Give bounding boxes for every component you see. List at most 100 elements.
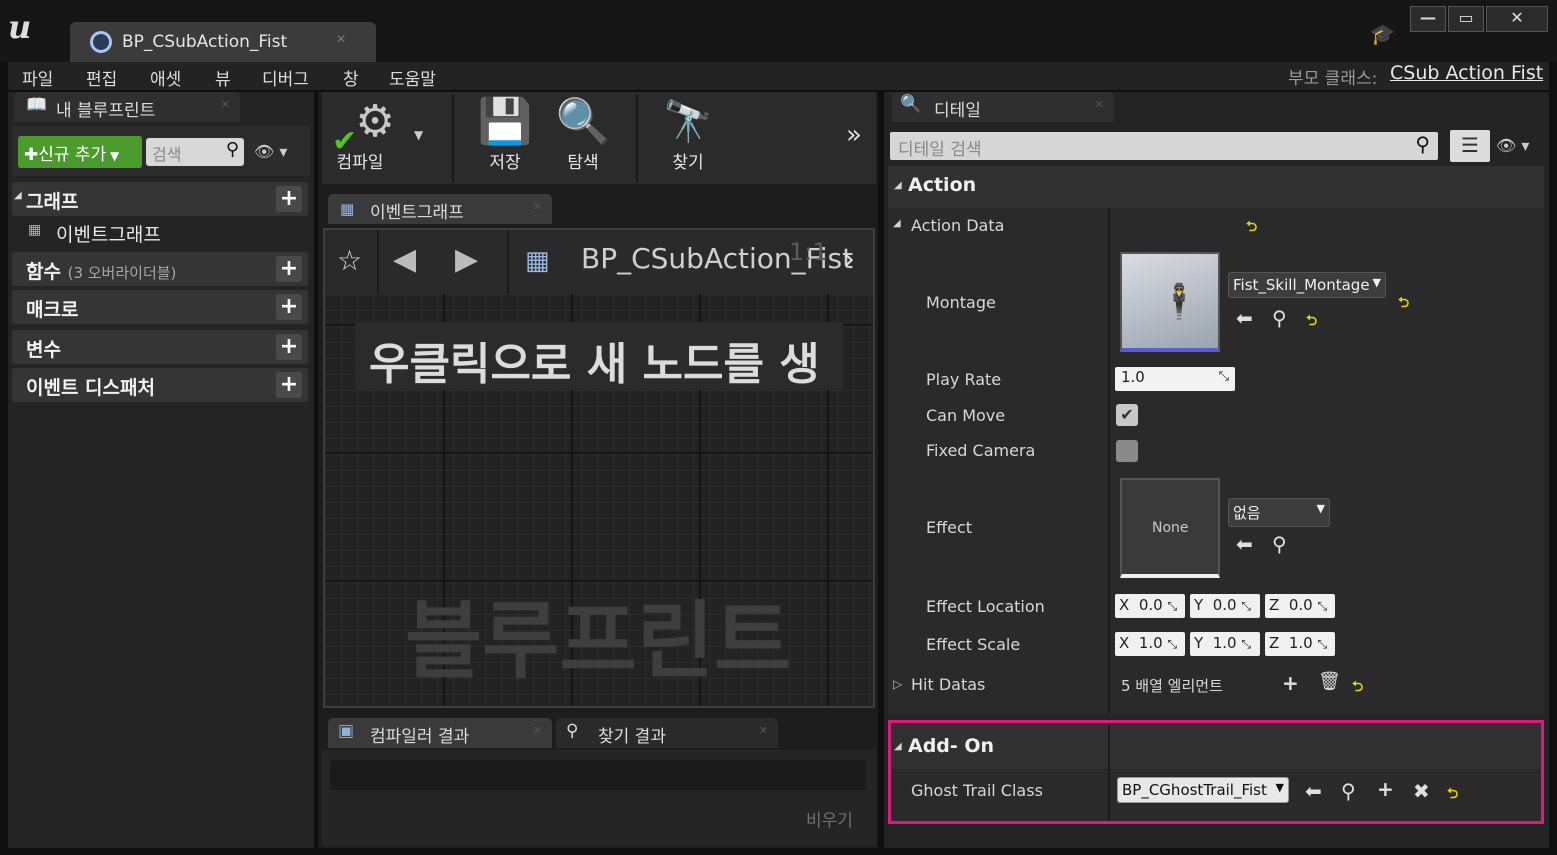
event-graph-tab[interactable]: ▦ 이벤트그래프 ✕ <box>328 194 552 224</box>
details-tab[interactable]: 🔍 디테일 ✕ <box>892 92 1114 122</box>
breadcrumb-next-icon[interactable]: › <box>843 242 855 277</box>
close-tab-icon[interactable]: ✕ <box>336 32 346 46</box>
action-section-header[interactable]: ◢ Action <box>888 166 1544 208</box>
save-button[interactable]: 💾 저장 <box>470 96 540 173</box>
reset-to-default-icon[interactable]: ⮌ <box>1447 783 1458 807</box>
menu-edit[interactable]: 편집 <box>86 65 117 90</box>
ghost-trail-class-dropdown[interactable]: BP_CGhostTrail_Fist ▼ <box>1117 777 1289 803</box>
use-selected-arrow-icon[interactable]: ⬅ <box>1236 532 1253 556</box>
reset-to-default-icon[interactable]: ⮌ <box>1352 676 1363 700</box>
close-tab-icon[interactable]: ✕ <box>759 724 768 737</box>
reset-to-default-icon[interactable]: ⮌ <box>1246 216 1257 240</box>
menu-debug[interactable]: 디버그 <box>262 65 309 90</box>
menu-window[interactable]: 창 <box>343 65 359 90</box>
category-variables[interactable]: 변수 + <box>12 330 308 364</box>
close-tab-icon[interactable]: ✕ <box>221 98 230 111</box>
browse-magnifier-icon[interactable]: ⚲ <box>1272 532 1287 556</box>
reset-to-default-icon[interactable]: ⮌ <box>1306 310 1317 334</box>
minimize-button[interactable]: — <box>1410 6 1446 32</box>
close-tab-icon[interactable]: ✕ <box>533 724 542 737</box>
effect-location-z[interactable]: Z 0.0 ⤡ <box>1265 594 1335 618</box>
clear-button[interactable]: 비우기 <box>806 806 853 831</box>
find-results-label: 찾기 결과 <box>598 727 666 747</box>
add-event-dispatcher-button[interactable]: + <box>276 372 302 398</box>
add-macro-button[interactable]: + <box>276 294 302 320</box>
find-button[interactable]: 🔭 찾기 <box>652 96 724 173</box>
effect-scale-y[interactable]: Y 1.0 ⤡ <box>1190 632 1260 656</box>
compiler-output <box>330 760 866 790</box>
effect-location-y[interactable]: Y 0.0 ⤡ <box>1190 594 1260 618</box>
eye-visibility-icon[interactable]: 👁 ▾ <box>1496 136 1529 155</box>
back-arrow-icon[interactable]: ◀ <box>393 242 416 277</box>
add-new-button[interactable]: ✚신규 추가 ▼ <box>18 136 142 168</box>
montage-thumbnail[interactable]: 🕴 <box>1120 252 1220 352</box>
my-blueprint-tab[interactable]: 📖 내 블루프린트 ✕ <box>14 92 240 122</box>
effect-thumbnail[interactable]: None <box>1120 478 1220 578</box>
clear-x-icon[interactable]: ✖ <box>1413 779 1430 803</box>
effect-location-x[interactable]: X 0.0 ⤡ <box>1115 594 1185 618</box>
use-selected-arrow-icon[interactable]: ⬅ <box>1236 306 1253 330</box>
montage-asset-dropdown[interactable]: Fist_Skill_Montage ▼ <box>1228 272 1386 298</box>
new-blueprint-plus-icon[interactable]: + <box>1377 777 1394 801</box>
addon-section-header[interactable]: ◢ Add- On <box>891 723 1541 769</box>
add-variable-button[interactable]: + <box>276 334 302 360</box>
graph-canvas[interactable]: ☆ ◀ ▶ ▦ BP_CSubAction_Fist 1:1 › 우클릭으로 새… <box>323 228 875 708</box>
property-matrix-button[interactable]: ☰ <box>1450 130 1490 162</box>
menu-help[interactable]: 도움말 <box>389 65 436 90</box>
forward-arrow-icon[interactable]: ▶ <box>455 242 478 277</box>
compile-button[interactable]: ⚙ ✔ 컴파일 <box>330 96 420 173</box>
trash-icon[interactable]: 🗑 <box>1318 671 1341 692</box>
toolbar-overflow-icon[interactable]: » <box>846 120 862 150</box>
eye-visibility-icon[interactable]: 👁 ▾ <box>254 142 287 161</box>
menu-asset[interactable]: 애셋 <box>150 65 181 90</box>
compile-options-chevron-icon[interactable]: ▼ <box>414 128 423 142</box>
add-graph-button[interactable]: + <box>276 186 302 212</box>
drag-handle-icon: ⤡ <box>1167 599 1178 613</box>
menu-view[interactable]: 뷰 <box>215 65 231 90</box>
plus-icon: ✚ <box>24 145 39 165</box>
category-macros[interactable]: 매크로 + <box>12 290 308 324</box>
collapse-arrow-icon[interactable]: ◢ <box>893 218 901 229</box>
effect-asset-dropdown[interactable]: 없음 ▼ <box>1228 498 1330 527</box>
close-window-button[interactable]: ✕ <box>1486 6 1548 32</box>
category-functions[interactable]: 함수 (3 오버라이더블) + <box>12 252 308 286</box>
browse-magnifier-icon[interactable]: ⚲ <box>1272 306 1287 330</box>
find-results-tab[interactable]: ⚲ 찾기 결과 ✕ <box>556 718 778 748</box>
zoom-level: 1:1 <box>789 238 828 266</box>
maximize-button[interactable]: ▭ <box>1448 6 1484 32</box>
ghost-trail-class-label: Ghost Trail Class <box>911 781 1043 800</box>
category-graph[interactable]: ◢ 그래프 + <box>12 182 308 216</box>
use-selected-arrow-icon[interactable]: ⬅ <box>1305 779 1322 803</box>
can-move-checkbox[interactable]: ✔ <box>1116 404 1138 426</box>
add-function-button[interactable]: + <box>276 256 302 282</box>
expand-arrow-icon[interactable]: ▷ <box>893 677 902 691</box>
save-disk-icon: 💾 <box>477 96 533 147</box>
play-rate-input[interactable]: 1.0 ⤡ <box>1115 367 1235 391</box>
reset-to-default-icon[interactable]: ⮌ <box>1398 292 1409 316</box>
effect-location-label: Effect Location <box>926 597 1045 616</box>
close-tab-icon[interactable]: ✕ <box>1095 98 1104 111</box>
parent-class-link[interactable]: CSub Action Fist <box>1390 62 1543 84</box>
document-tab-label: BP_CSubAction_Fist <box>122 32 288 52</box>
category-event-dispatchers[interactable]: 이벤트 디스패처 + <box>12 368 308 402</box>
compiler-results-tab[interactable]: ▣ 컴파일러 결과 ✕ <box>328 718 552 748</box>
favorite-star-icon[interactable]: ☆ <box>337 244 362 277</box>
search-placeholder: 검색 <box>152 145 182 164</box>
effect-scale-x[interactable]: X 1.0 ⤡ <box>1115 632 1185 656</box>
document-tab[interactable]: BP_CSubAction_Fist ✕ <box>70 22 376 62</box>
menu-bar: 파일 편집 애셋 뷰 디버그 창 도움말 부모 클래스: CSub Action… <box>8 62 1549 90</box>
browse-button[interactable]: 🔍 탐색 <box>548 96 618 173</box>
learn-cap-icon[interactable]: 🎓 <box>1370 22 1395 46</box>
details-search-input[interactable]: 디테일 검색 ⚲ <box>890 132 1438 160</box>
blueprint-search-input[interactable]: 검색 ⚲ <box>146 138 244 166</box>
effect-scale-z[interactable]: Z 1.0 ⤡ <box>1265 632 1335 656</box>
close-tab-icon[interactable]: ✕ <box>533 200 542 213</box>
menu-file[interactable]: 파일 <box>22 65 53 90</box>
category-macros-label: 매크로 <box>26 299 79 321</box>
event-graph-tab-label: 이벤트그래프 <box>370 203 464 223</box>
add-element-icon[interactable]: + <box>1282 671 1299 695</box>
fixed-camera-checkbox[interactable] <box>1116 440 1138 462</box>
browse-magnifier-icon[interactable]: ⚲ <box>1341 779 1356 803</box>
event-graph-item[interactable]: ▦ 이벤트그래프 <box>12 216 308 250</box>
details-search-placeholder: 디테일 검색 <box>898 140 982 160</box>
